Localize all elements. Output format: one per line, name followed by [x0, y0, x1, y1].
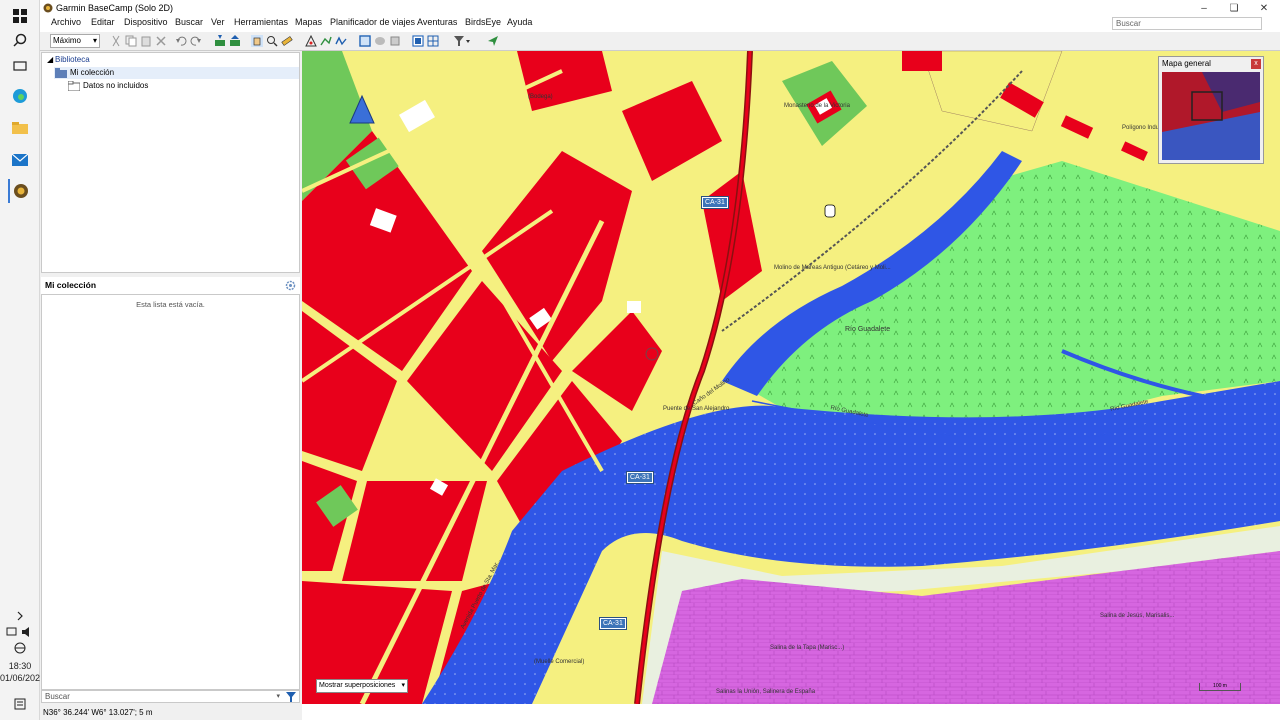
settings-gear-icon[interactable]	[285, 280, 296, 291]
menu-herramientas[interactable]: Herramientas	[234, 17, 288, 27]
receive-from-device-icon[interactable]	[214, 35, 226, 47]
cut-icon[interactable]	[110, 35, 122, 47]
menu-birdseye[interactable]: BirdsEye	[465, 17, 501, 27]
map-detail-icon[interactable]	[412, 35, 424, 47]
library-root[interactable]: Biblioteca	[55, 55, 90, 64]
clock-date[interactable]: 01/06/2021	[0, 673, 45, 683]
zoom-level-select[interactable]: Máximo ▾	[50, 34, 100, 48]
excluded-data-item[interactable]: Datos no incluidos	[83, 81, 148, 90]
my-collection-item[interactable]: Mi colección	[70, 68, 114, 77]
zoom-level-value: Máximo	[53, 36, 82, 45]
close-icon[interactable]: ✕	[1250, 0, 1278, 16]
map-view-2d-icon[interactable]	[359, 35, 371, 47]
map-canvas[interactable]	[302, 51, 1280, 704]
building-outline	[627, 301, 641, 313]
road-shield: CA-31	[599, 617, 627, 630]
road-shield: CA-31	[701, 196, 729, 209]
window-title: Garmin BaseCamp (Solo 2D)	[56, 3, 174, 13]
file-explorer-icon[interactable]	[8, 116, 32, 140]
maximize-icon[interactable]: ❏	[1220, 0, 1248, 16]
windows-taskbar: 18:30 01/06/2021	[0, 0, 45, 720]
map-grid-icon[interactable]	[427, 35, 439, 47]
overview-close-icon[interactable]: x	[1251, 59, 1261, 69]
basecamp-app-icon[interactable]	[8, 179, 32, 203]
new-waypoint-icon[interactable]	[305, 35, 317, 47]
layers-icon[interactable]	[389, 35, 401, 47]
top-search-input[interactable]: Buscar	[1112, 17, 1262, 30]
toolbar: Máximo ▾	[40, 32, 1280, 51]
overview-map-thumbnail[interactable]	[1162, 72, 1260, 160]
tree-expand-icon[interactable]: ◢	[47, 55, 53, 64]
clock-time[interactable]: 18:30	[0, 661, 40, 671]
hand-cursor-icon	[824, 204, 836, 218]
map-label-river: Río Guadalete	[845, 326, 891, 333]
bottom-search-placeholder: Buscar	[45, 692, 70, 701]
menu-archivo[interactable]: Archivo	[51, 17, 81, 27]
collection-folder-icon	[55, 68, 67, 78]
map-view-3d-icon[interactable]	[374, 35, 386, 47]
redo-icon[interactable]	[190, 35, 202, 47]
overview-map-panel: Mapa general x	[1158, 56, 1264, 164]
edge-browser-icon[interactable]	[8, 84, 32, 108]
folder-icon	[68, 81, 80, 91]
delete-icon[interactable]	[155, 35, 167, 47]
filter-icon[interactable]	[286, 692, 296, 702]
windows-start-icon[interactable]	[8, 4, 32, 28]
status-coordinates: N36° 36.244' W6° 13.027'; 5 m	[43, 708, 153, 717]
menu-dispositivo[interactable]: Dispositivo	[124, 17, 168, 27]
minimize-icon[interactable]: –	[1190, 0, 1218, 16]
overlay-select[interactable]: Mostrar superposiciones ▾	[316, 679, 408, 693]
new-track-icon[interactable]	[335, 35, 347, 47]
map-label-muelle: (Muelle Comercial)	[534, 659, 585, 665]
new-route-icon[interactable]	[320, 35, 332, 47]
menu-editar[interactable]: Editar	[91, 17, 115, 27]
map-label-salina-2: Salina de Jesús, Marisalis...	[1100, 613, 1175, 619]
map-label-bodega: (Bodega)	[528, 94, 553, 100]
menu-bar: Archivo Editar Dispositivo Buscar Ver He…	[40, 16, 1280, 31]
title-bar: Garmin BaseCamp (Solo 2D) – ❏ ✕	[40, 0, 1280, 16]
collection-list[interactable]: Esta lista está vacía.	[41, 294, 300, 690]
navigate-icon[interactable]	[487, 35, 499, 47]
library-tree: ◢ Biblioteca Mi colección Datos no inclu…	[41, 52, 300, 273]
road-shield: CA-31	[626, 471, 654, 484]
map-label-mill: Molino de Mareas Antiguo (Cetáreo y Moli…	[774, 265, 891, 271]
building-block	[902, 51, 942, 71]
notifications-icon[interactable]	[8, 692, 32, 716]
plaza	[642, 211, 702, 291]
map-label-salina-3: Salinas la Unión, Salinera de España	[716, 689, 816, 695]
collection-list-header: Mi colección	[41, 277, 300, 294]
measure-tool-icon[interactable]	[281, 35, 293, 47]
send-to-device-icon[interactable]	[229, 35, 241, 47]
collection-list-title: Mi colección	[45, 280, 97, 290]
search-dropdown-icon[interactable]: ▾	[276, 691, 280, 702]
menu-planificador[interactable]: Planificador de viajes	[330, 17, 415, 27]
paste-icon[interactable]	[140, 35, 152, 47]
menu-ayuda[interactable]: Ayuda	[507, 17, 532, 27]
map-label-puente: Puente de San Alejandro	[663, 406, 730, 412]
copy-icon[interactable]	[125, 35, 137, 47]
hand-tool-icon[interactable]	[251, 35, 263, 47]
task-view-icon[interactable]	[8, 54, 32, 78]
library-pane: ◢ Biblioteca Mi colección Datos no inclu…	[40, 51, 302, 720]
app-logo-icon	[43, 3, 53, 13]
menu-mapas[interactable]: Mapas	[295, 17, 322, 27]
filter-dropdown-icon[interactable]	[453, 35, 471, 47]
empty-list-message: Esta lista está vacía.	[136, 300, 205, 309]
menu-ver[interactable]: Ver	[211, 17, 225, 27]
zoom-tool-icon[interactable]	[266, 35, 278, 47]
language-icon[interactable]	[8, 636, 32, 660]
map-scale-bar: 100 m	[1199, 683, 1241, 691]
mail-icon[interactable]	[8, 148, 32, 172]
map-label-salina-1: Salina de la Tapa (Marisc...)	[770, 645, 845, 651]
overlay-select-value: Mostrar superposiciones	[319, 682, 396, 689]
search-icon[interactable]	[8, 28, 32, 52]
menu-buscar[interactable]: Buscar	[175, 17, 203, 27]
map-view[interactable]: CA-31 CA-31 CA-31 (Bodega) Monasterio de…	[302, 51, 1280, 704]
overview-map-title: Mapa general	[1162, 59, 1211, 68]
map-label-monastery: Monasterio de la Victoria	[784, 103, 850, 109]
basecamp-window: Garmin BaseCamp (Solo 2D) – ❏ ✕ Archivo …	[40, 0, 1280, 720]
bottom-search-input[interactable]: Buscar ▾	[41, 690, 300, 703]
menu-aventuras[interactable]: Aventuras	[417, 17, 457, 27]
undo-icon[interactable]	[175, 35, 187, 47]
